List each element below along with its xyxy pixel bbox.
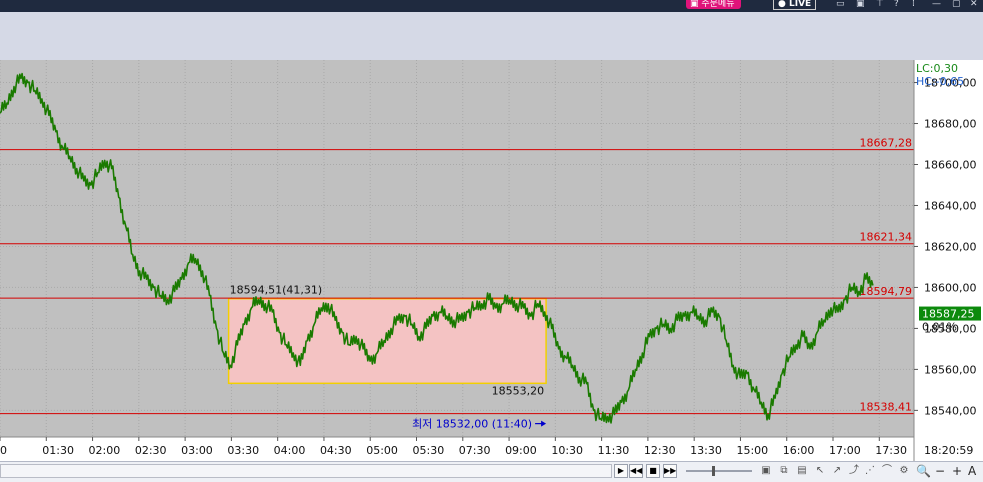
zoom-slider-track[interactable] xyxy=(686,470,752,472)
level-line-label: 18594,79 xyxy=(860,285,913,298)
time-tick-label: 13:30 xyxy=(690,444,722,457)
time-tick-label: 16:00 xyxy=(783,444,815,457)
maximize-icon[interactable]: ▢ xyxy=(952,0,961,9)
horizontal-scrollbar[interactable] xyxy=(0,464,612,478)
time-tick-label: 11:30 xyxy=(598,444,630,457)
current-price-label: 18587,25 xyxy=(922,308,975,321)
time-tick-label: 03:30 xyxy=(227,444,259,457)
time-tick-label: 02:00 xyxy=(89,444,121,457)
pin-icon[interactable]: ⊤ xyxy=(876,0,884,9)
price-tick-label: 18620,00 xyxy=(924,240,977,253)
time-tick-label: 00 xyxy=(0,444,7,457)
range-box-bottom-label: 18553,20 xyxy=(492,384,545,397)
price-chart: 18667,28 18621,34 18594,79 18538,41 18594,5… xyxy=(0,60,983,461)
minimize-icon[interactable]: — xyxy=(932,0,941,9)
time-tick-label: 07:30 xyxy=(459,444,491,457)
order-menu-button[interactable]: ▣ 주문메뉴 xyxy=(686,0,741,9)
price-tick-label: 18600,00 xyxy=(924,281,977,294)
level-line-label: 18667,28 xyxy=(860,137,913,150)
rewind-button[interactable]: ◀◀ xyxy=(629,464,643,478)
order-menu-label: 주문메뉴 xyxy=(701,0,735,9)
time-tick-label: 01:30 xyxy=(42,444,74,457)
time-tick-label: 02:30 xyxy=(135,444,167,457)
price-tick-label: 18540,00 xyxy=(924,404,977,417)
price-change-label: 0,01% xyxy=(922,321,957,334)
channel-icon[interactable]: ⋰ xyxy=(864,465,876,477)
price-tick-label: 18660,00 xyxy=(924,158,977,171)
trend-icon[interactable]: ⤴ xyxy=(848,465,860,477)
live-label: LIVE xyxy=(789,0,812,9)
stop-button[interactable]: ■ xyxy=(646,464,660,478)
zoom-slider-thumb[interactable] xyxy=(712,466,715,476)
time-tick-label: 10:30 xyxy=(551,444,583,457)
low-annotation-label: 최저 18532,00 (11:40) xyxy=(412,418,532,431)
range-box-top-label: 18594,51(41,31) xyxy=(230,284,323,297)
clock-label: 18:20:59 xyxy=(924,444,973,457)
draw-line-icon[interactable]: ↗ xyxy=(831,465,843,477)
time-tick-label: 05:00 xyxy=(366,444,398,457)
price-tick-label: 18640,00 xyxy=(924,199,977,212)
time-tick-label: 17:30 xyxy=(875,444,907,457)
window-layout-icon[interactable]: ▭ xyxy=(836,0,845,9)
copy-icon[interactable]: ⧉ xyxy=(778,465,790,477)
time-tick-label: 03:00 xyxy=(181,444,213,457)
zoom-in-icon[interactable]: + xyxy=(952,464,962,478)
level-line-label: 18538,41 xyxy=(860,401,913,414)
font-size-icon[interactable]: A xyxy=(968,464,976,478)
time-tick-label: 09:00 xyxy=(505,444,537,457)
level-line-label: 18621,34 xyxy=(860,231,913,244)
chart-control-bar: ▶ ◀◀ ■ ▶▶ ▣ ⧉ ▤ ↖ ↗ ⤴ ⋰ ⌒ ⚙ 🔍 − + A xyxy=(0,461,983,482)
fast-forward-button[interactable]: ▶▶ xyxy=(663,464,677,478)
time-tick-label: 05:30 xyxy=(413,444,445,457)
time-tick-label: 15:00 xyxy=(736,444,768,457)
hc-indicator: HC:-0,65 xyxy=(916,75,964,88)
zoom-out-icon[interactable]: − xyxy=(935,464,945,478)
screenshot-icon[interactable]: ▣ xyxy=(856,0,865,9)
lc-indicator: LC:0,30 xyxy=(916,62,958,75)
time-tick-label: 04:30 xyxy=(320,444,352,457)
settings-icon[interactable]: ⚙ xyxy=(898,465,910,477)
search-icon[interactable]: 🔍 xyxy=(916,464,931,478)
close-icon[interactable]: ✕ xyxy=(970,0,978,9)
time-tick-label: 17:00 xyxy=(829,444,861,457)
time-tick-label: 04:00 xyxy=(274,444,306,457)
play-button[interactable]: ▶ xyxy=(614,464,628,478)
price-tick-label: 18680,00 xyxy=(924,118,977,131)
info-icon[interactable]: ⁞ xyxy=(912,0,915,9)
title-bar: ▣ 주문메뉴 ● LIVE ▭ ▣ ⊤ ? ⁞ — ▢ ✕ xyxy=(0,0,983,12)
chart-panel: 18667,28 18621,34 18594,79 18538,41 18594,5… xyxy=(0,60,983,481)
help-icon[interactable]: ? xyxy=(894,0,899,9)
draw-arrow-icon[interactable]: ↖ xyxy=(814,465,826,477)
time-tick-label: 12:30 xyxy=(644,444,676,457)
layout-icon[interactable]: ▤ xyxy=(796,465,808,477)
window-icon[interactable]: ▣ xyxy=(760,465,772,477)
price-tick-label: 18560,00 xyxy=(924,363,977,376)
fibonacci-icon[interactable]: ⌒ xyxy=(881,465,893,477)
live-button[interactable]: ● LIVE xyxy=(773,0,817,10)
chart-toolbar-area xyxy=(0,12,983,61)
